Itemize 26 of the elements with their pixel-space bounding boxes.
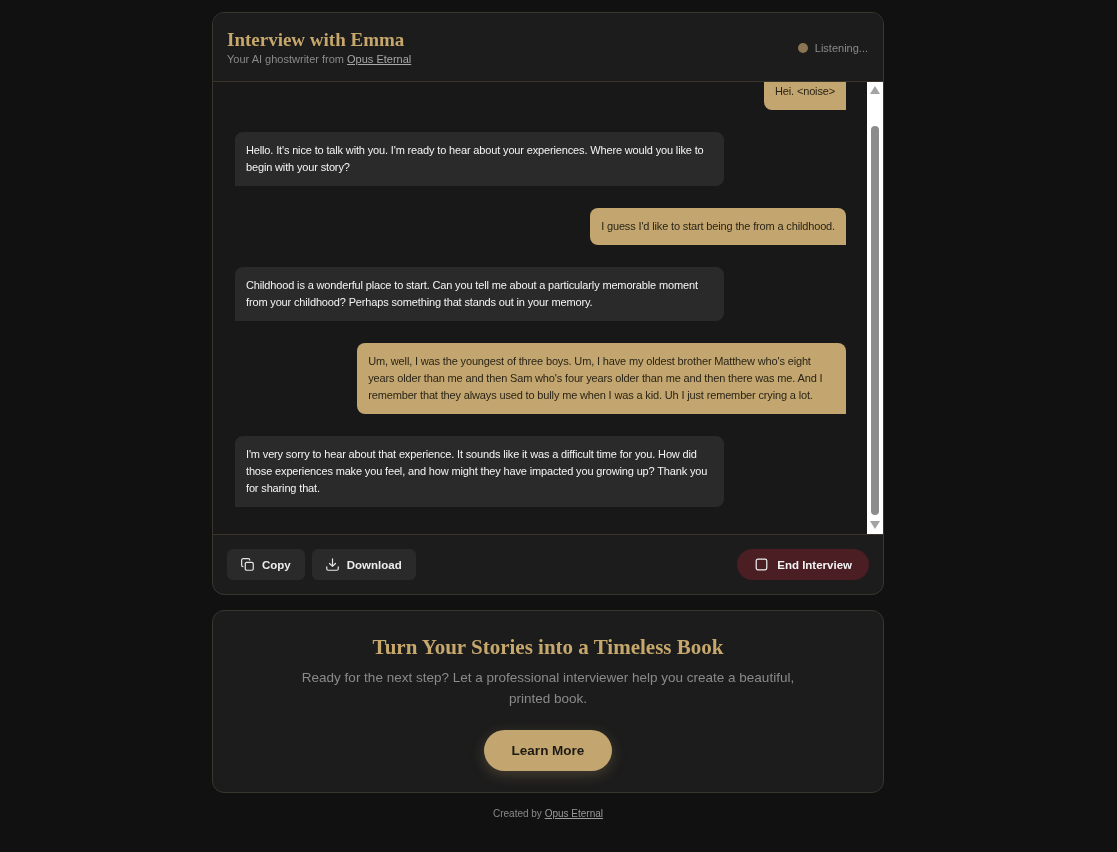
copy-button[interactable]: Copy [227,549,305,580]
status-dot-icon [797,43,808,53]
user-message: Um, well, I was the youngest of three boys. Um, I have my oldest brother Matthew who's eight years older than me and then Sam who's four years older than me and then there was me. And I remember that they always used to bully me when I was a kid. Uh I just remember crying a lot. [357,343,846,414]
brand-link[interactable]: Opus Eternal [347,53,412,65]
download-icon [325,558,339,571]
status-label: Listening... [814,42,868,54]
stop-icon [755,558,769,571]
assistant-message: I'm very sorry to hear about that experience. It sounds like it was a difficult time for you. How did those experiences make you feel, and how might they have impacted you growing up? Thank you for sharing that. [235,436,724,507]
credit-text: Created by Opus Eternal [492,807,604,821]
promo-text: Ready for the next step? Let a professional interviewer help you create a beautiful, printed book. [300,669,796,708]
copy-icon [241,558,254,571]
download-button[interactable]: Download [311,549,416,580]
scroll-up-icon[interactable] [870,86,880,94]
scroll-thumb[interactable] [871,126,879,515]
scrollbar[interactable] [867,82,883,534]
learn-more-button[interactable]: Learn More [484,730,612,771]
assistant-message: Hello. It's nice to talk with you. I'm ready to hear about your experiences. Where would you like to begin with your story? [235,132,724,186]
subtitle-text: Your AI ghostwriter from Opus Eternal [227,52,412,67]
user-message: Hei. <noise> [764,82,846,110]
assistant-message: Childhood is a wonderful place to start. Can you tell me about a particularly memorable moment from your childhood? Perhaps something that stands out in your memory. [235,267,724,321]
scroll-down-icon[interactable] [870,521,880,529]
interview-title: Interview with Emma [227,29,406,51]
end-interview-button[interactable]: End Interview [737,549,869,580]
user-message: I guess I'd like to start being the from a childhood. [590,208,846,245]
promo-title: Turn Your Stories into a Timeless Book [372,634,724,660]
credit-link[interactable]: Opus Eternal [544,808,604,819]
